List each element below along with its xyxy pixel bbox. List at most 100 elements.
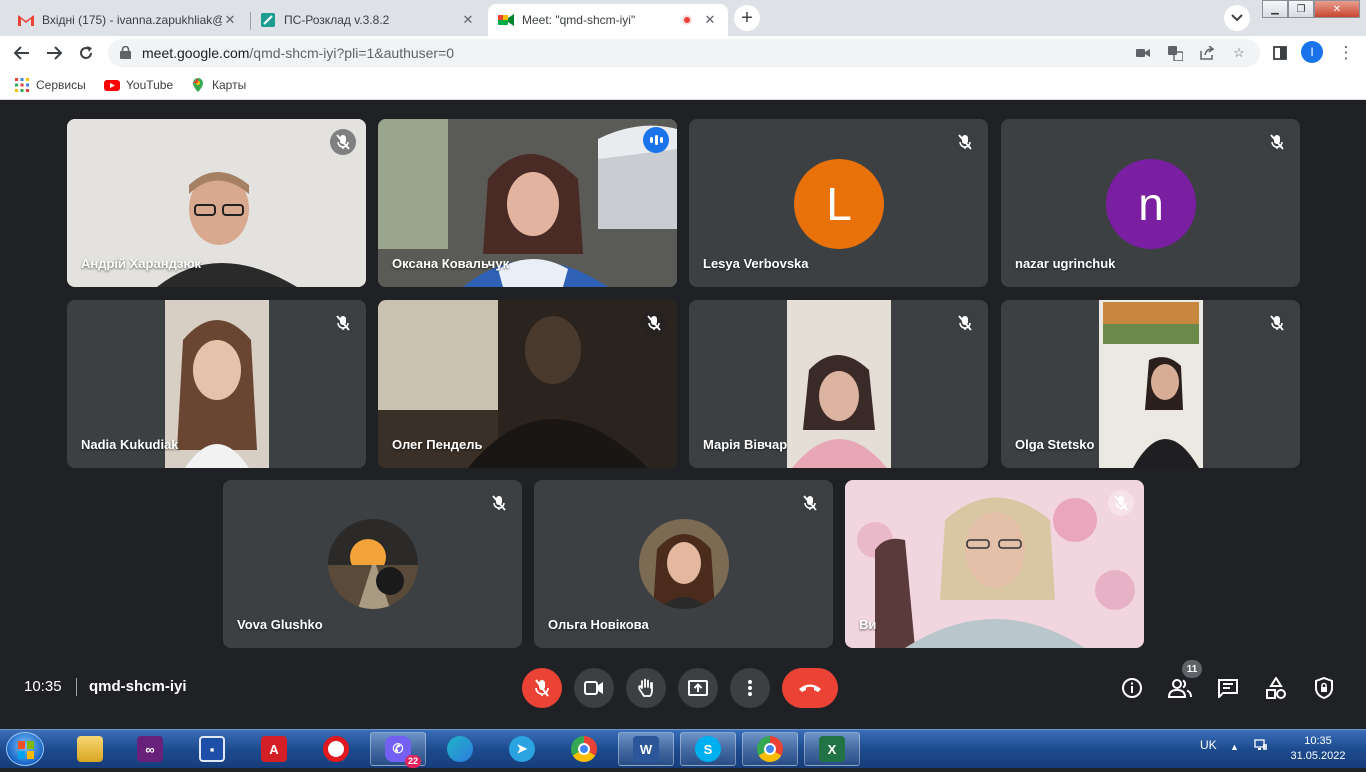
word-icon: W: [633, 736, 659, 762]
bookmarks-bar: Сервисы YouTube Карты: [0, 70, 1366, 100]
gmail-icon: [18, 12, 34, 28]
meeting-clock: 10:35: [24, 678, 62, 695]
taskbar-skype[interactable]: S: [680, 732, 736, 766]
activities-icon: [1266, 677, 1286, 699]
speaking-indicator-icon: [643, 127, 669, 153]
ps-icon: [260, 12, 276, 28]
tab-meet[interactable]: Meet: "qmd-shcm-iyi" ✕: [488, 4, 728, 36]
forward-arrow-icon[interactable]: [42, 41, 66, 65]
activities-button[interactable]: [1264, 676, 1288, 700]
meeting-details-button[interactable]: [1120, 676, 1144, 700]
network-icon[interactable]: [1254, 738, 1268, 755]
share-icon[interactable]: [1198, 45, 1216, 61]
taskbar-viber[interactable]: ✆ 22: [370, 732, 426, 768]
participant-tile-speaking[interactable]: Оксана Ковальчук: [378, 119, 677, 287]
mic-off-icon: [1264, 310, 1290, 336]
windows-start-button[interactable]: [6, 732, 44, 766]
participant-name: nazar ugrinchuk: [1015, 256, 1116, 271]
windows-taskbar: ∞ ▪ A ✆ 22 ➤ W S X UK ▲ 10:35 31.05.2022: [0, 729, 1366, 768]
reload-icon[interactable]: [74, 41, 98, 65]
participant-tile[interactable]: Nadia Kukudiak: [67, 300, 366, 468]
translate-icon[interactable]: [1166, 45, 1184, 61]
people-button[interactable]: [1168, 676, 1192, 700]
tray-expand-icon[interactable]: ▲: [1230, 742, 1239, 752]
mic-off-icon: [1264, 129, 1290, 155]
taskbar-explorer[interactable]: [62, 732, 118, 766]
taskbar-chrome[interactable]: [556, 732, 612, 766]
raise-hand-button[interactable]: [626, 668, 666, 708]
participant-tile[interactable]: L Lesya Verbovska: [689, 119, 988, 287]
new-tab-button[interactable]: +: [734, 5, 760, 31]
taskbar-opera[interactable]: [308, 732, 364, 766]
participant-tile[interactable]: Ольга Новікова: [534, 480, 833, 648]
taskbar-excel[interactable]: X: [804, 732, 860, 766]
camera-toggle-button[interactable]: [574, 668, 614, 708]
bookmark-services[interactable]: Сервисы: [14, 76, 86, 94]
leave-call-button[interactable]: [782, 668, 838, 708]
taskbar-chrome-active[interactable]: [742, 732, 798, 766]
mic-off-icon: [952, 310, 978, 336]
viber-icon: ✆ 22: [385, 736, 421, 768]
mic-toggle-button[interactable]: [522, 668, 562, 708]
tab-title: ПС-Розклад v.3.8.2: [284, 13, 390, 27]
participant-name: Олег Пендель: [392, 437, 483, 452]
participant-tile[interactable]: Олег Пендель: [378, 300, 677, 468]
tab-search-button[interactable]: [1224, 5, 1250, 31]
close-window-button[interactable]: ✕: [1314, 0, 1360, 18]
taskbar-save-app[interactable]: ▪: [184, 732, 240, 766]
participant-tile-self[interactable]: Ви: [845, 480, 1144, 648]
participant-video: [787, 300, 891, 468]
participant-tile[interactable]: Марія Вівчар: [689, 300, 988, 468]
hand-icon: [638, 678, 653, 697]
mic-off-icon: [797, 490, 823, 516]
close-icon[interactable]: ✕: [222, 12, 238, 28]
taskbar-visual-studio[interactable]: ∞: [122, 732, 178, 766]
call-end-icon: [799, 684, 821, 692]
mic-off-icon: [486, 490, 512, 516]
close-icon[interactable]: ✕: [460, 12, 476, 28]
mic-off-icon: [641, 310, 667, 336]
info-icon: [1122, 678, 1142, 698]
recording-icon: [682, 15, 692, 25]
taskbar-word[interactable]: W: [618, 732, 674, 766]
participant-tile[interactable]: Vova Glushko: [223, 480, 522, 648]
participant-tile[interactable]: Olga Stetsko: [1001, 300, 1300, 468]
participant-tile[interactable]: Андрій Харандзюк: [67, 119, 366, 287]
window-controls: ▁ ❐ ✕: [1262, 0, 1360, 18]
tab-ps-rozklad[interactable]: ПС-Розклад v.3.8.2 ✕: [250, 4, 486, 36]
present-screen-button[interactable]: [678, 668, 718, 708]
people-icon: [1168, 679, 1192, 698]
url-text: meet.google.com/qmd-shcm-iyi?pli=1&authu…: [142, 45, 454, 61]
system-clock[interactable]: 10:35 31.05.2022: [1282, 734, 1354, 764]
taskbar-acrobat[interactable]: A: [246, 732, 302, 766]
shield-lock-icon: [1315, 677, 1333, 699]
maximize-button[interactable]: ❐: [1288, 0, 1314, 18]
tab-gmail[interactable]: Вхідні (175) - ivanna.zapukhliak@ ✕: [8, 4, 248, 36]
skype-icon: S: [695, 736, 721, 762]
taskbar-telegram[interactable]: ➤: [494, 732, 550, 766]
more-vert-icon[interactable]: ⋮: [1334, 41, 1358, 65]
apps-grid-icon: [14, 77, 30, 93]
mic-off-icon: [952, 129, 978, 155]
chat-button[interactable]: [1216, 676, 1240, 700]
tab-title: Meet: "qmd-shcm-iyi": [522, 13, 636, 27]
tab-title: Вхідні (175) - ivanna.zapukhliak@: [42, 13, 222, 27]
minimize-button[interactable]: ▁: [1262, 0, 1288, 18]
more-options-button[interactable]: [730, 668, 770, 708]
videocam-icon: [584, 681, 603, 695]
back-arrow-icon[interactable]: [10, 41, 34, 65]
participant-tile[interactable]: n nazar ugrinchuk: [1001, 119, 1300, 287]
host-controls-button[interactable]: [1312, 676, 1336, 700]
language-indicator[interactable]: UK: [1200, 738, 1217, 752]
mic-off-icon: [330, 310, 356, 336]
address-bar[interactable]: meet.google.com/qmd-shcm-iyi?pli=1&authu…: [108, 39, 1260, 67]
profile-avatar[interactable]: I: [1301, 41, 1323, 63]
bookmark-star-icon[interactable]: ☆: [1230, 45, 1248, 61]
side-panel-icon[interactable]: [1268, 41, 1292, 65]
close-icon[interactable]: ✕: [702, 12, 718, 28]
participant-name: Марія Вівчар: [703, 437, 788, 452]
bookmark-maps[interactable]: Карты: [190, 76, 246, 94]
taskbar-edge[interactable]: [432, 732, 488, 766]
camera-icon[interactable]: [1134, 45, 1152, 61]
bookmark-youtube[interactable]: YouTube: [104, 76, 173, 94]
